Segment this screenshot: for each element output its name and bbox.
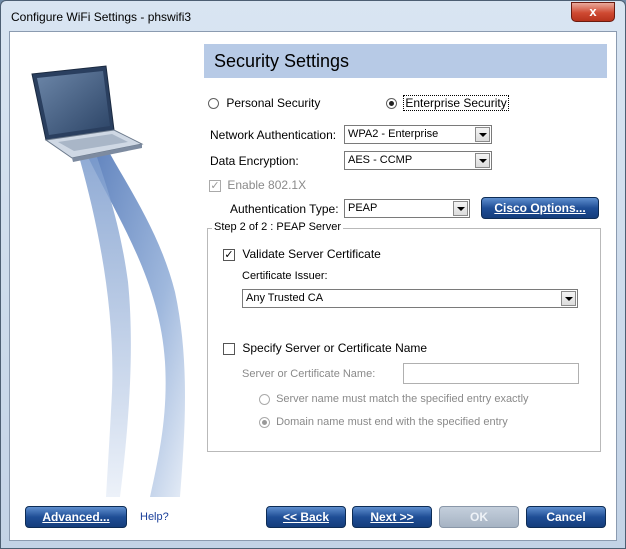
enable-8021x-label: Enable 802.1X [227,178,307,192]
personal-security-option[interactable]: Personal Security [208,96,320,110]
window-title: Configure WiFi Settings - phswifi3 [11,10,192,24]
dropdown-arrow-icon [453,201,468,216]
dropdown-arrow-icon [475,153,490,168]
network-auth-select[interactable]: WPA2 - Enterprise [344,125,492,144]
close-icon: x [589,4,597,19]
cert-issuer-value: Any Trusted CA [246,292,324,304]
domain-end-label: Domain name must end with the specified … [276,416,508,428]
validate-cert-label: Validate Server Certificate [242,247,381,261]
ok-button[interactable]: OK [439,506,519,528]
personal-security-radio[interactable] [208,98,219,110]
laptop-icon [31,65,144,162]
data-encryption-value: AES - CCMP [348,154,413,166]
network-auth-label: Network Authentication: [210,128,337,142]
dropdown-arrow-icon [475,127,490,142]
enterprise-security-radio[interactable] [386,98,397,110]
domain-end-option[interactable]: Domain name must end with the specified … [259,416,508,428]
back-button[interactable]: << Back [266,506,346,528]
specify-server-option[interactable]: Specify Server or Certificate Name [223,341,427,355]
validate-cert-option[interactable]: ✓ Validate Server Certificate [223,247,381,261]
dropdown-arrow-icon [561,291,576,306]
advanced-button[interactable]: Advanced... [25,506,127,528]
data-encryption-label: Data Encryption: [210,154,299,168]
configure-wifi-window: Configure WiFi Settings - phswifi3 x Sec… [0,0,626,549]
header-bar: Security Settings [204,44,607,78]
close-button[interactable]: x [571,2,615,22]
enable-8021x-option[interactable]: ✓ Enable 802.1X [209,178,306,192]
next-button[interactable]: Next >> [352,506,432,528]
server-name-label: Server or Certificate Name: [242,368,376,380]
specify-server-checkbox[interactable] [223,342,235,355]
specify-server-label: Specify Server or Certificate Name [242,341,428,355]
cert-issuer-select[interactable]: Any Trusted CA [242,289,578,308]
title-bar[interactable]: Configure WiFi Settings - phswifi3 x [1,1,625,31]
match-exact-option[interactable]: Server name must match the specified ent… [259,393,529,405]
laptop-ribbon-art [31,65,185,497]
enterprise-security-label: Enterprise Security [403,95,509,111]
enterprise-security-option[interactable]: Enterprise Security [386,95,509,111]
peap-server-group: Step 2 of 2 : PEAP Server ✓ Validate Ser… [207,221,601,452]
domain-end-radio[interactable] [259,416,270,428]
cancel-button[interactable]: Cancel [526,506,606,528]
peap-server-group-legend: Step 2 of 2 : PEAP Server [212,221,343,233]
page-title: Security Settings [214,51,350,71]
auth-type-label: Authentication Type: [230,202,339,216]
personal-security-label: Personal Security [226,96,321,110]
cisco-options-button[interactable]: Cisco Options... [481,197,599,219]
cert-issuer-label: Certificate Issuer: [242,270,328,282]
dialog-client-area: Security Settings Personal Security Ente… [9,31,617,541]
laptop-illustration [10,32,200,502]
server-name-input[interactable] [403,363,579,384]
match-exact-radio[interactable] [259,393,270,405]
auth-type-value: PEAP [348,202,378,214]
network-auth-value: WPA2 - Enterprise [348,128,439,140]
validate-cert-checkbox[interactable]: ✓ [223,248,235,261]
help-link[interactable]: Help? [140,511,169,523]
auth-type-select[interactable]: PEAP [344,199,470,218]
match-exact-label: Server name must match the specified ent… [276,393,529,405]
enable-8021x-checkbox[interactable]: ✓ [209,179,221,192]
data-encryption-select[interactable]: AES - CCMP [344,151,492,170]
